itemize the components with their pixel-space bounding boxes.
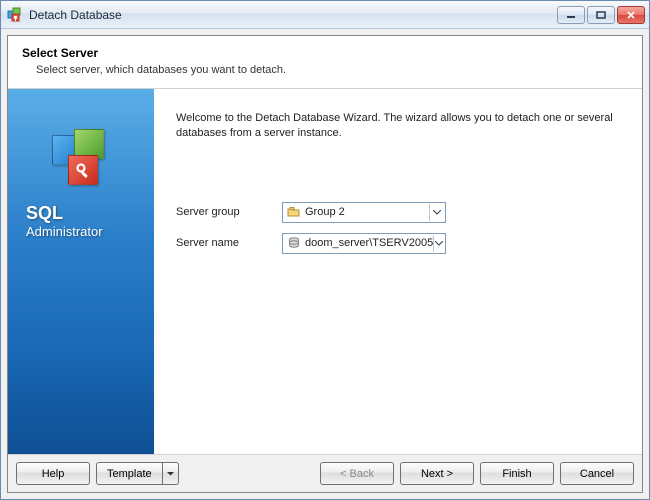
page-title: Select Server [22,46,628,60]
row-server-group: Server group Group 2 [176,202,620,223]
wizard-footer: Help Template < Back Next > Finish Cance… [8,454,642,492]
window-controls [557,6,645,24]
wizard-header: Select Server Select server, which datab… [8,36,642,89]
help-button[interactable]: Help [16,462,90,485]
template-button[interactable]: Template [96,462,163,485]
product-name: SQL Administrator [26,203,136,239]
minimize-button[interactable] [557,6,585,24]
server-group-combo[interactable]: Group 2 [282,202,446,223]
titlebar[interactable]: Detach Database [1,1,649,29]
server-name-value: doom_server\TSERV2005 [305,237,433,249]
product-name-line2: Administrator [26,224,136,239]
server-name-combo[interactable]: doom_server\TSERV2005 [282,233,446,254]
app-icon [7,7,23,23]
template-split-button: Template [96,462,179,485]
wizard-main: Welcome to the Detach Database Wizard. T… [154,89,642,454]
cancel-button[interactable]: Cancel [560,462,634,485]
chevron-down-icon[interactable] [433,235,443,252]
wizard-sidebar: SQL Administrator [8,89,154,454]
chevron-down-icon[interactable] [429,204,443,221]
back-button[interactable]: < Back [320,462,394,485]
client-area: Select Server Select server, which datab… [7,35,643,493]
next-button[interactable]: Next > [400,462,474,485]
window-title: Detach Database [29,8,557,22]
logo-square-red [68,155,98,185]
template-dropdown-button[interactable] [163,462,179,485]
dialog-window: Detach Database Select Server Select ser… [0,0,650,500]
page-subtitle: Select server, which databases you want … [22,64,628,76]
product-logo [46,129,116,193]
database-icon [287,236,301,250]
server-group-label: Server group [176,206,282,218]
folder-icon [287,205,301,219]
product-name-line1: SQL [26,203,136,224]
maximize-button[interactable] [587,6,615,24]
server-name-label: Server name [176,237,282,249]
wizard-body: SQL Administrator Welcome to the Detach … [8,89,642,454]
row-server-name: Server name doom_server\TSERV2005 [176,233,620,254]
server-group-value: Group 2 [305,206,429,218]
finish-button[interactable]: Finish [480,462,554,485]
intro-text: Welcome to the Detach Database Wizard. T… [176,111,620,142]
close-button[interactable] [617,6,645,24]
